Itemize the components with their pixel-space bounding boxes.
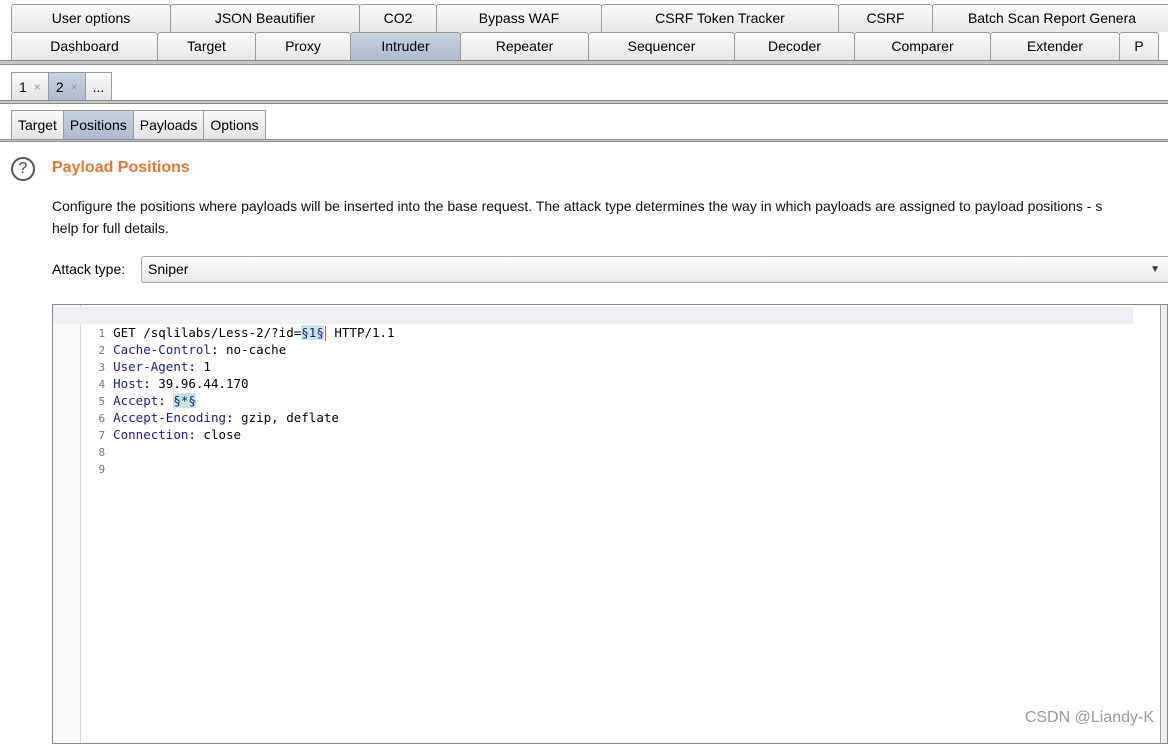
attack-tabs: 1 × 2 × ... (11, 72, 113, 100)
request-line[interactable]: 5 Accept: §*§ (53, 375, 1133, 408)
intruder-tabs: Target Positions Payloads Options (11, 110, 266, 139)
tab-payloads[interactable]: Payloads (132, 110, 205, 139)
request-line[interactable]: 1 GET /sqlilabs/Less-2/?id=§1§ HTTP/1.1 (53, 307, 1133, 341)
section-title: Payload Positions (52, 159, 190, 176)
close-icon[interactable]: × (34, 80, 41, 94)
vertical-scrollbar[interactable] (1160, 305, 1167, 743)
tab-intruder[interactable]: Intruder (350, 32, 461, 60)
tab-comparer[interactable]: Comparer (854, 32, 991, 60)
request-line[interactable]: 6 Accept-Encoding: gzip, deflate (53, 392, 1133, 425)
tab-co2[interactable]: CO2 (359, 4, 437, 32)
section-description: Configure the positions where payloads w… (52, 198, 1103, 214)
request-line[interactable]: 7 Connection: close (53, 409, 1133, 442)
attack-tab-2[interactable]: 2 × (47, 72, 86, 100)
tool-tabs-row1: User options JSON Beautifier CO2 Bypass … (11, 4, 1168, 32)
tab-batch-scan-report[interactable]: Batch Scan Report Genera (932, 4, 1168, 32)
divider (0, 139, 1168, 142)
tab-user-options[interactable]: User options (11, 4, 171, 32)
divider (0, 100, 1168, 104)
tab-project-options[interactable]: P (1119, 32, 1159, 60)
request-line[interactable]: 9 (53, 443, 1133, 476)
tab-csrf[interactable]: CSRF (838, 4, 933, 32)
tab-sequencer[interactable]: Sequencer (588, 32, 735, 60)
close-icon[interactable]: × (71, 80, 78, 94)
request-line[interactable]: 3 User-Agent: 1 (53, 341, 1133, 374)
tab-target[interactable]: Target (157, 32, 256, 60)
tab-intruder-target[interactable]: Target (11, 110, 64, 139)
chevron-down-icon: ▼ (1150, 264, 1160, 275)
divider (0, 60, 1168, 65)
new-attack-tab[interactable]: ... (84, 72, 113, 100)
tab-csrf-token-tracker[interactable]: CSRF Token Tracker (601, 4, 839, 32)
section-description-cont: help for full details. (52, 220, 169, 236)
request-editor[interactable]: 1 GET /sqlilabs/Less-2/?id=§1§ HTTP/1.1 2… (52, 304, 1168, 744)
attack-type-label: Attack type: (52, 261, 126, 277)
tab-repeater[interactable]: Repeater (460, 32, 589, 60)
tab-proxy[interactable]: Proxy (255, 32, 351, 60)
attack-tab-label: 1 (19, 78, 27, 95)
tab-bypass-waf[interactable]: Bypass WAF (436, 4, 602, 32)
tool-tabs-row2: Dashboard Target Proxy Intruder Repeater… (11, 32, 1159, 60)
help-icon[interactable]: ? (11, 157, 35, 181)
request-line[interactable]: 4 Host: 39.96.44.170 (53, 358, 1133, 391)
tab-dashboard[interactable]: Dashboard (11, 32, 158, 60)
attack-tab-1[interactable]: 1 × (11, 72, 49, 100)
tab-json-beautifier[interactable]: JSON Beautifier (170, 4, 360, 32)
tab-extender[interactable]: Extender (990, 32, 1120, 60)
attack-type-value: Sniper (148, 261, 189, 277)
tab-positions[interactable]: Positions (62, 110, 134, 139)
attack-tab-label: 2 (55, 78, 64, 95)
attack-type-select[interactable]: Sniper ▼ (141, 256, 1168, 283)
request-line[interactable]: 8 (53, 426, 1133, 459)
new-tab-label: ... (92, 78, 105, 95)
watermark: CSDN @Liandy-K (1024, 709, 1154, 726)
tab-options[interactable]: Options (203, 110, 266, 139)
request-line[interactable]: 2 Cache-Control: no-cache (53, 324, 1133, 357)
tab-decoder[interactable]: Decoder (734, 32, 855, 60)
